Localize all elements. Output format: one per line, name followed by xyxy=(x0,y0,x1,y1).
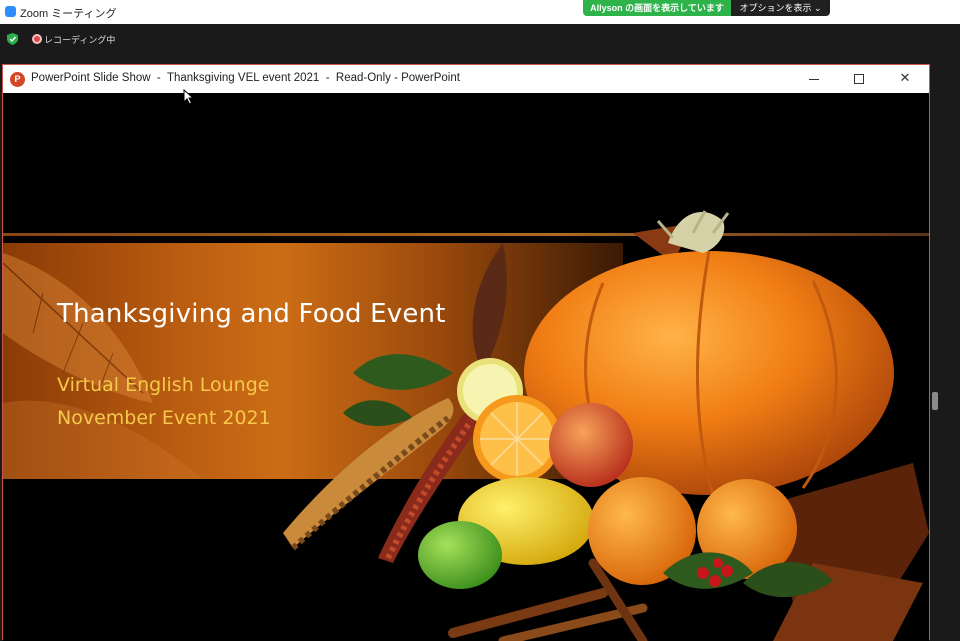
zoom-icon xyxy=(5,6,16,17)
close-button[interactable]: ✕ xyxy=(894,69,916,89)
powerpoint-window: P PowerPoint Slide Show - Thanksgiving V… xyxy=(2,64,930,641)
view-options-button[interactable]: オプションを表示 ⌄ xyxy=(731,0,830,16)
powerpoint-window-title: PowerPoint Slide Show - Thanksgiving VEL… xyxy=(31,72,460,84)
recording-label: レコーディング中 xyxy=(44,35,116,45)
minimize-icon xyxy=(809,79,819,80)
cursor-icon xyxy=(183,89,195,105)
harvest-still-life-image xyxy=(283,210,929,641)
scrollbar-handle[interactable] xyxy=(932,392,938,410)
maximize-button[interactable] xyxy=(848,69,870,89)
shield-icon[interactable] xyxy=(7,33,18,45)
slide-show[interactable]: Thanksgiving and Food Event Virtual Engl… xyxy=(3,93,929,641)
zoom-window-title: Zoom ミーティング xyxy=(20,8,117,20)
powerpoint-titlebar[interactable]: P PowerPoint Slide Show - Thanksgiving V… xyxy=(3,65,929,93)
maximize-icon xyxy=(854,74,864,84)
slide-subtitle-line2: November Event 2021 xyxy=(57,407,271,429)
zoom-meeting-bar xyxy=(0,24,960,64)
recording-icon xyxy=(32,34,42,44)
close-icon: ✕ xyxy=(899,71,911,86)
minimize-button[interactable] xyxy=(803,69,825,89)
screen-share-banner: Allyson の画面を表示しています xyxy=(583,0,731,16)
autumn-leaf-decoration xyxy=(3,253,203,479)
powerpoint-icon: P xyxy=(10,72,25,87)
slide-subtitle-line1: Virtual English Lounge xyxy=(57,374,270,396)
